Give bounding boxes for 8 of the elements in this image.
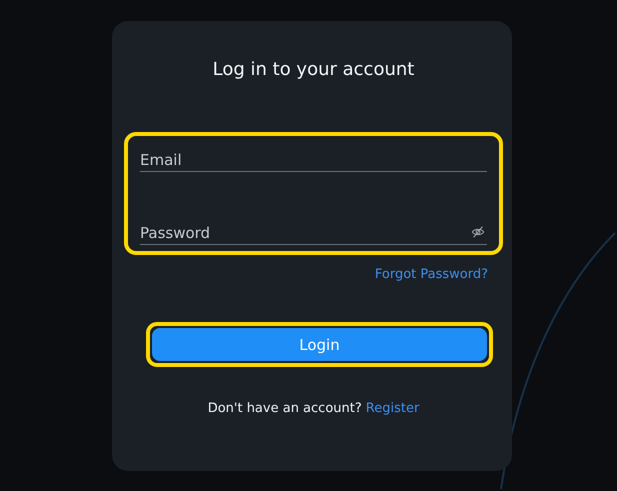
register-link[interactable]: Register [366, 401, 420, 416]
register-prompt: Don't have an account? Register [206, 401, 420, 416]
hidden-eye-icon[interactable] [471, 225, 485, 239]
login-button[interactable]: Login [152, 328, 487, 361]
forgot-password-link[interactable]: Forgot Password? [374, 267, 488, 282]
password-field[interactable]: Password [140, 215, 487, 245]
email-field[interactable]: Email [140, 142, 487, 172]
login-title: Log in to your account [212, 59, 416, 80]
